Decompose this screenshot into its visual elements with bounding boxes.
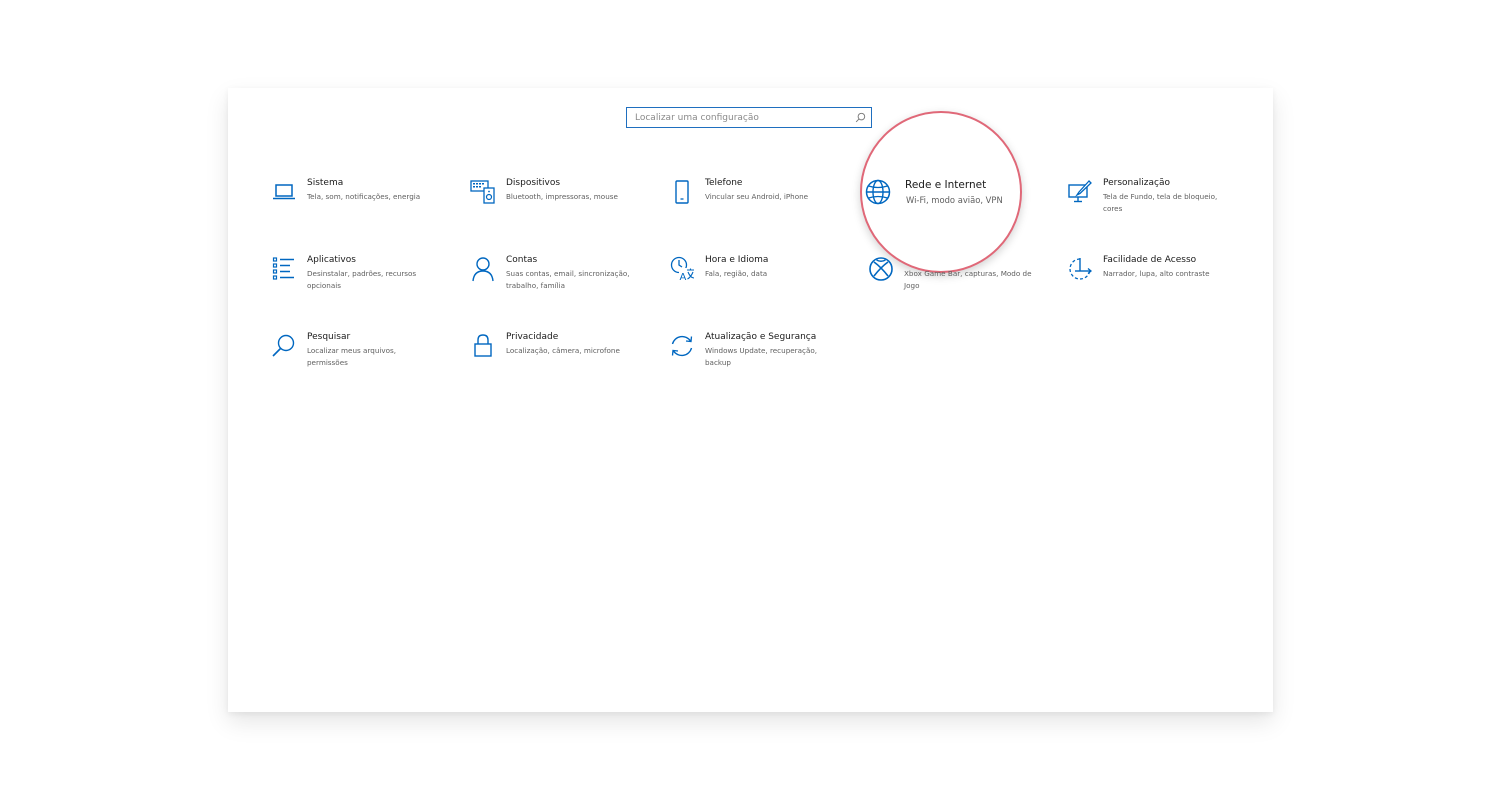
search-box[interactable] bbox=[626, 107, 872, 128]
sync-arrows-icon bbox=[668, 332, 696, 360]
settings-window: Sistema Tela, som, notificações, energia… bbox=[228, 88, 1273, 712]
laptop-icon bbox=[270, 178, 298, 206]
category-title: Telefone bbox=[705, 178, 743, 188]
phone-icon bbox=[668, 178, 696, 206]
xbox-icon bbox=[867, 255, 895, 283]
category-description: Localização, câmera, microfone bbox=[506, 346, 620, 355]
category-description: Suas contas, email, sincronização, traba… bbox=[506, 269, 630, 290]
category-dispositivos[interactable]: Dispositivos Bluetooth, impressoras, mou… bbox=[469, 178, 659, 238]
category-description: Localizar meus arquivos, permissões bbox=[307, 346, 397, 367]
search-magnifier-icon bbox=[270, 332, 298, 360]
time-language-icon: A bbox=[668, 255, 696, 283]
category-telefone[interactable]: Telefone Vincular seu Android, iPhone bbox=[668, 178, 858, 238]
search-icon[interactable] bbox=[851, 109, 869, 127]
paint-monitor-icon bbox=[1066, 178, 1094, 206]
category-contas[interactable]: Contas Suas contas, email, sincronização… bbox=[469, 255, 659, 315]
keyboard-speaker-icon bbox=[469, 178, 497, 206]
category-atualizacao-seguranca[interactable]: Atualização e Segurança Windows Update, … bbox=[668, 332, 858, 392]
category-description: Narrador, lupa, alto contraste bbox=[1103, 269, 1210, 278]
category-description: Tela, som, notificações, energia bbox=[307, 192, 421, 201]
ease-of-access-icon bbox=[1066, 255, 1094, 283]
category-title: Rede e Internet bbox=[905, 179, 987, 191]
category-title: Privacidade bbox=[506, 332, 559, 342]
category-title: Personalização bbox=[1103, 178, 1170, 188]
category-description: Xbox Game Bar, capturas, Modo de Jogo bbox=[904, 269, 1032, 290]
category-title: Hora e Idioma bbox=[705, 255, 769, 265]
globe-icon bbox=[864, 178, 892, 206]
category-description: Fala, região, data bbox=[705, 269, 768, 278]
category-personalizacao[interactable]: Personalização Tela de Fundo, tela de bl… bbox=[1066, 178, 1256, 238]
category-aplicativos[interactable]: Aplicativos Desinstalar, padrões, recurs… bbox=[270, 255, 460, 315]
category-title: Facilidade de Acesso bbox=[1103, 255, 1197, 265]
category-title: Sistema bbox=[307, 178, 344, 188]
category-description: Windows Update, recuperação, backup bbox=[705, 346, 818, 367]
category-privacidade[interactable]: Privacidade Localização, câmera, microfo… bbox=[469, 332, 659, 392]
category-description: Tela de Fundo, tela de bloqueio, cores bbox=[1103, 192, 1218, 213]
svg-text:A: A bbox=[680, 272, 687, 282]
search-input[interactable] bbox=[627, 108, 851, 127]
category-title: Aplicativos bbox=[307, 255, 356, 265]
category-hora-idioma[interactable]: A Hora e Idioma Fala, região, data bbox=[668, 255, 858, 315]
category-description: Wi-Fi, modo avião, VPN bbox=[906, 195, 1003, 205]
category-facilidade-acesso[interactable]: Facilidade de Acesso Narrador, lupa, alt… bbox=[1066, 255, 1256, 315]
lock-icon bbox=[469, 332, 497, 360]
category-title: Pesquisar bbox=[307, 332, 351, 342]
person-icon bbox=[469, 255, 497, 283]
category-title: Contas bbox=[506, 255, 538, 265]
category-title: Atualização e Segurança bbox=[705, 332, 817, 342]
category-sistema[interactable]: Sistema Tela, som, notificações, energia bbox=[270, 178, 460, 238]
category-title: Dispositivos bbox=[506, 178, 561, 188]
category-jogos[interactable]: Xbox Game Bar, capturas, Modo de Jogo bbox=[867, 255, 1057, 315]
category-description: Desinstalar, padrões, recursos opcionais bbox=[307, 269, 417, 290]
apps-list-icon bbox=[270, 255, 298, 283]
category-description: Vincular seu Android, iPhone bbox=[705, 192, 809, 201]
category-description: Bluetooth, impressoras, mouse bbox=[506, 192, 618, 201]
category-pesquisar[interactable]: Pesquisar Localizar meus arquivos, permi… bbox=[270, 332, 460, 392]
category-rede-internet[interactable]: Rede e Internet Wi-Fi, modo avião, VPN bbox=[864, 178, 1054, 238]
